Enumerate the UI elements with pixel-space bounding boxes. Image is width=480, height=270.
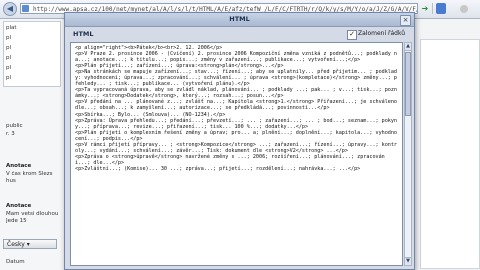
language-select[interactable]: Česky ▾: [3, 239, 57, 249]
left-text-5: pl: [6, 65, 12, 71]
left-text-8: r. 3: [6, 131, 15, 137]
right-panel-box: [420, 39, 480, 269]
left-text-3: pl: [6, 45, 12, 51]
close-icon[interactable]: ×: [400, 15, 411, 26]
editor-scrollbar[interactable]: ▲ ▼: [404, 42, 412, 266]
go-arrow-icon[interactable]: ➔: [420, 3, 430, 14]
left-text-6: pl: [6, 75, 12, 81]
dialog-titlebar[interactable]: HTML ×: [65, 13, 414, 27]
left-text-4: pl: [6, 55, 12, 61]
toolbar-separator: [432, 3, 433, 14]
wrap-lines-label: Zalomení řádků: [358, 30, 406, 37]
annotation-title-2: Anotace: [6, 203, 32, 209]
left-text-7: public: [6, 123, 23, 129]
date-label: Datum: [6, 259, 25, 265]
html-source-dialog: HTML × HTML ✓ Zalomení řádků <p align="r…: [64, 12, 415, 270]
page-favicon-icon: [22, 5, 29, 12]
dialog-toolbar: HTML ✓ Zalomení řádků: [65, 27, 414, 41]
search-icon[interactable]: [460, 5, 468, 13]
toolbar-label: HTML: [73, 30, 94, 38]
search-provider-icon[interactable]: [436, 3, 446, 14]
right-sidebar: [412, 19, 480, 270]
scroll-thumb[interactable]: [405, 52, 411, 116]
annotation-title: Anotace: [6, 163, 32, 169]
annotation-body-2: Mam vetsi dlouhou Jede 15: [6, 211, 59, 224]
html-source-textarea[interactable]: <p align="right"><b>Pátek</b><br>2. 12. …: [70, 42, 403, 266]
dialog-title: HTML: [229, 15, 250, 23]
annotation-body: V čas krom Slezs hus: [6, 171, 53, 184]
left-text-2: pl: [6, 35, 12, 41]
scroll-up-icon[interactable]: ▲: [405, 43, 411, 51]
scroll-down-icon[interactable]: ▼: [405, 257, 411, 265]
wrap-lines-checkbox[interactable]: ✓: [347, 30, 357, 40]
html-source-content: <p align="right"><b>Pátek</b><br>2. 12. …: [75, 45, 398, 172]
back-arrow-icon[interactable]: ◀: [3, 2, 17, 16]
left-sidebar: plat pl pl pl pl pl public r. 3 Anotace …: [0, 19, 65, 270]
left-text-1: plat: [6, 25, 17, 31]
